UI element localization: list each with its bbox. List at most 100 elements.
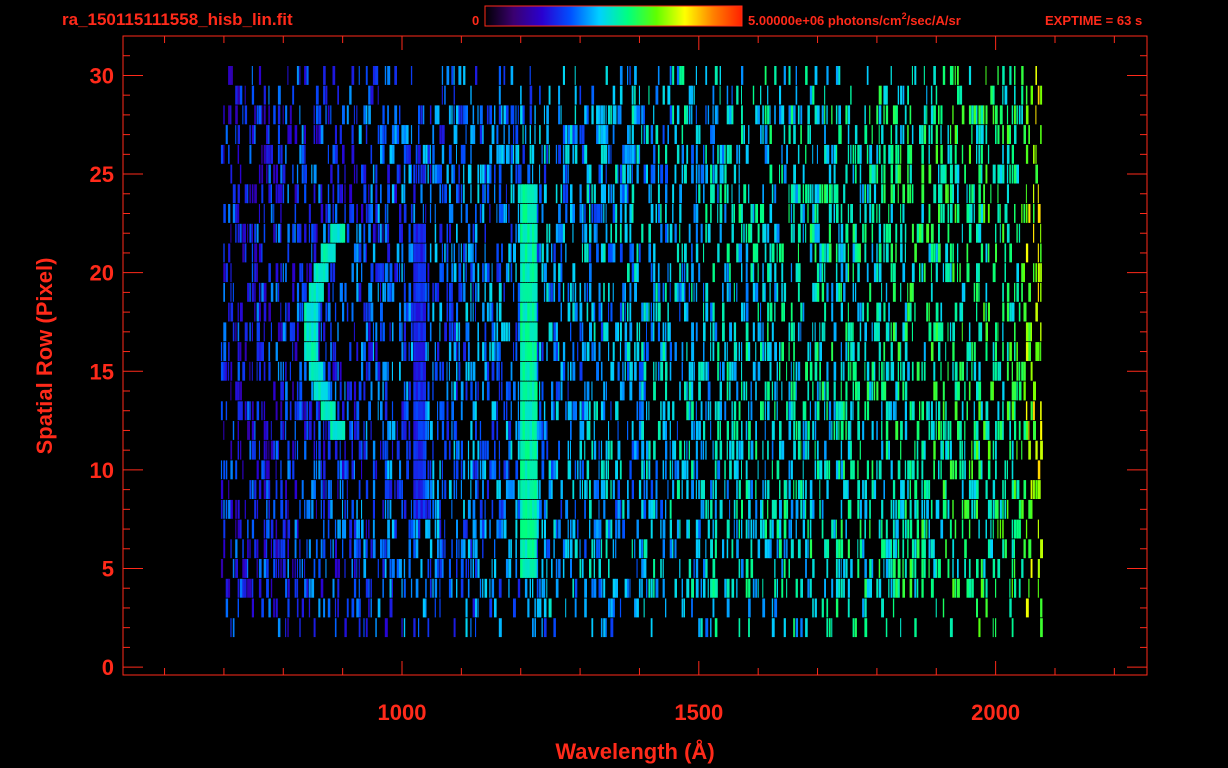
count-cell (919, 263, 921, 283)
count-cell (503, 204, 506, 223)
count-cell (864, 559, 867, 578)
count-cell (494, 184, 496, 204)
count-cell (230, 282, 232, 302)
count-cell (275, 598, 278, 618)
count-cell (952, 499, 954, 519)
count-cell (964, 559, 966, 578)
count-cell (377, 401, 379, 421)
count-cell (940, 164, 943, 184)
count-cell (1002, 125, 1004, 144)
count-cell (843, 401, 845, 421)
count-cell (551, 460, 554, 480)
count-cell (672, 539, 674, 559)
count-cell (1016, 342, 1018, 361)
count-cell (410, 243, 414, 263)
count-cell (368, 598, 370, 618)
count-cell (429, 499, 432, 519)
count-cell (714, 519, 718, 539)
count-cell (612, 243, 616, 263)
count-cell (762, 480, 764, 499)
count-cell (636, 440, 639, 460)
count-cell (726, 598, 730, 618)
count-cell (434, 282, 437, 302)
count-cell (693, 85, 695, 105)
count-cell (1040, 322, 1042, 342)
count-cell (897, 559, 901, 578)
count-cell (384, 223, 388, 243)
count-cell (900, 361, 902, 381)
count-cell (313, 460, 316, 480)
count-cell (543, 618, 547, 638)
count-cell (881, 519, 883, 539)
count-cell (617, 480, 620, 499)
count-cell (968, 66, 972, 85)
count-cell (949, 421, 952, 440)
count-cell (648, 223, 651, 243)
count-cell (589, 421, 591, 440)
count-cell (543, 598, 547, 618)
count-cell (729, 361, 732, 381)
count-cell (363, 223, 366, 243)
count-cell (679, 184, 682, 204)
count-cell (997, 164, 1001, 184)
count-cell (852, 282, 854, 302)
count-cell (460, 480, 462, 499)
count-cell (800, 578, 803, 598)
count-cell (698, 421, 701, 440)
count-cell (878, 263, 882, 283)
count-cell (731, 105, 734, 125)
count-cell (995, 578, 997, 598)
count-cell (719, 85, 721, 105)
count-cell (911, 263, 915, 283)
count-cell (933, 440, 936, 460)
count-cell (463, 144, 466, 164)
count-cell (228, 578, 231, 598)
count-cell (629, 460, 632, 480)
count-cell (446, 361, 448, 381)
count-cell (714, 105, 718, 125)
count-cell (790, 361, 792, 381)
count-cell (795, 499, 799, 519)
count-cell (401, 578, 403, 598)
count-cell (513, 144, 515, 164)
count-cell (301, 480, 304, 499)
count-cell (762, 204, 765, 223)
count-cell (591, 105, 594, 125)
count-cell (904, 559, 907, 578)
count-cell (1023, 480, 1027, 499)
count-cell (809, 184, 812, 204)
count-cell (441, 184, 444, 204)
count-cell (1006, 144, 1010, 164)
count-cell (722, 361, 725, 381)
count-cell (814, 322, 816, 342)
count-cell (505, 421, 509, 440)
count-cell (852, 460, 855, 480)
count-cell (439, 519, 442, 539)
count-cell (586, 302, 589, 322)
count-cell (667, 480, 669, 499)
count-cell (565, 243, 567, 263)
count-cell (771, 440, 774, 460)
count-cell (714, 440, 718, 460)
count-cell (280, 499, 284, 519)
count-cell (838, 578, 841, 598)
count-cell (665, 144, 668, 164)
count-cell (945, 421, 947, 440)
count-cell (1014, 342, 1016, 361)
count-cell (665, 499, 667, 519)
count-cell (980, 164, 983, 184)
count-cell (403, 263, 405, 283)
count-cell (446, 66, 450, 85)
count-cell (432, 499, 434, 519)
count-cell (505, 401, 508, 421)
count-cell (788, 66, 791, 85)
count-cell (280, 302, 282, 322)
count-cell (850, 361, 852, 381)
count-cell (558, 282, 561, 302)
count-cell (995, 243, 997, 263)
count-cell (251, 243, 254, 263)
count-cell (897, 164, 900, 184)
count-cell (410, 322, 413, 342)
count-cell (472, 460, 475, 480)
count-cell (570, 460, 572, 480)
